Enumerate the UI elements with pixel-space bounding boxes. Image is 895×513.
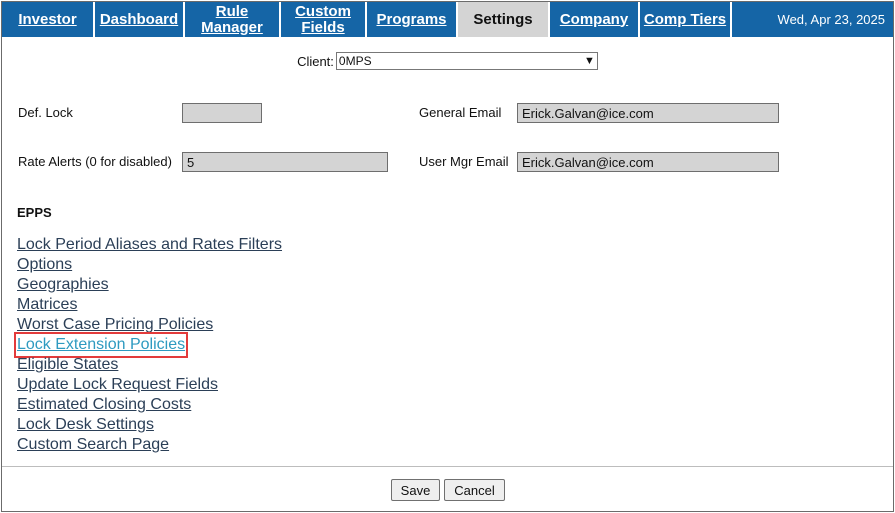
link-geographies[interactable]: Geographies <box>17 275 282 295</box>
epps-section-title: EPPS <box>17 205 52 220</box>
tab-company[interactable]: Company <box>550 2 640 37</box>
client-select[interactable]: 0MPS ▼ <box>335 52 598 70</box>
cancel-button[interactable]: Cancel <box>444 479 505 501</box>
link-lock-desk-settings[interactable]: Lock Desk Settings <box>17 415 282 435</box>
link-update-lock-request-fields[interactable]: Update Lock Request Fields <box>17 375 282 395</box>
link-worst-case-pricing[interactable]: Worst Case Pricing Policies <box>17 315 282 335</box>
tab-settings[interactable]: Settings <box>458 2 550 37</box>
client-label: Client: <box>297 53 334 69</box>
link-matrices[interactable]: Matrices <box>17 295 282 315</box>
link-custom-search-page[interactable]: Custom Search Page <box>17 435 282 455</box>
tab-investor[interactable]: Investor <box>2 2 95 37</box>
rate-alerts-label: Rate Alerts (0 for disabled) <box>18 154 172 169</box>
top-nav: Investor Dashboard Rule Manager Custom F… <box>2 2 893 37</box>
tab-comp-tiers[interactable]: Comp Tiers <box>640 2 732 37</box>
rate-alerts-field[interactable]: 5 <box>182 152 388 172</box>
tab-programs[interactable]: Programs <box>367 2 458 37</box>
def-lock-field[interactable] <box>182 103 262 123</box>
tab-dashboard[interactable]: Dashboard <box>95 2 185 37</box>
epps-links: Lock Period Aliases and Rates Filters Op… <box>13 235 282 455</box>
link-lock-period-aliases[interactable]: Lock Period Aliases and Rates Filters <box>17 235 282 255</box>
tab-rule-manager-label: Rule Manager <box>201 2 263 36</box>
client-select-value: 0MPS <box>338 54 372 68</box>
link-eligible-states[interactable]: Eligible States <box>17 355 282 375</box>
def-lock-label: Def. Lock <box>18 105 73 120</box>
link-estimated-closing-costs[interactable]: Estimated Closing Costs <box>17 395 282 415</box>
user-mgr-email-label: User Mgr Email <box>419 154 509 169</box>
tab-custom-fields-label: Custom Fields <box>295 2 351 36</box>
current-date: Wed, Apr 23, 2025 <box>777 12 885 27</box>
tab-custom-fields[interactable]: Custom Fields <box>281 2 367 37</box>
general-email-field[interactable]: Erick.Galvan@ice.com <box>517 103 779 123</box>
link-lock-extension-policies[interactable]: Lock Extension Policies <box>13 332 189 358</box>
tab-rule-manager[interactable]: Rule Manager <box>185 2 281 37</box>
link-options[interactable]: Options <box>17 255 282 275</box>
client-row: Client: 0MPS ▼ <box>2 52 893 70</box>
chevron-down-icon: ▼ <box>584 55 595 67</box>
general-email-label: General Email <box>419 105 502 120</box>
footer-divider <box>2 466 893 467</box>
user-mgr-email-field[interactable]: Erick.Galvan@ice.com <box>517 152 779 172</box>
settings-page: Investor Dashboard Rule Manager Custom F… <box>1 1 894 512</box>
save-button[interactable]: Save <box>391 479 440 501</box>
